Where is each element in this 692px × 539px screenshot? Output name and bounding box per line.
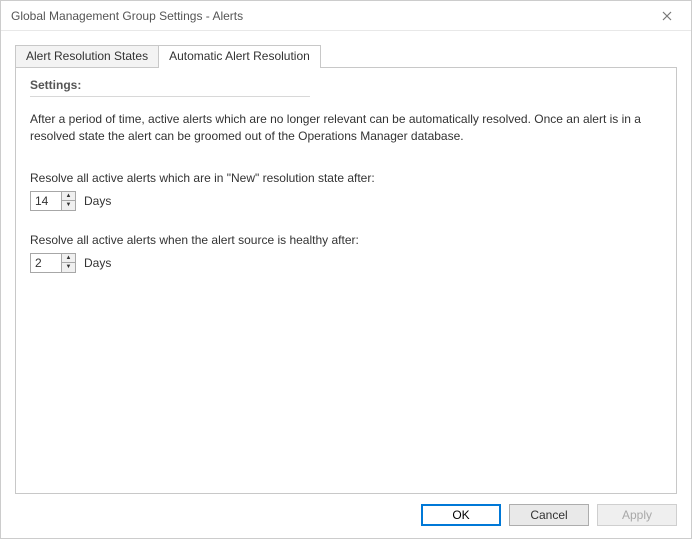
spin-up-button[interactable]: ▲ xyxy=(62,192,75,201)
resolve-healthy-label: Resolve all active alerts when the alert… xyxy=(30,233,662,247)
spin-down-button[interactable]: ▼ xyxy=(62,262,75,272)
close-button[interactable] xyxy=(647,2,687,30)
tab-label: Automatic Alert Resolution xyxy=(169,49,310,63)
window-title: Global Management Group Settings - Alert… xyxy=(11,9,243,23)
dialog-footer: OK Cancel Apply xyxy=(1,494,691,538)
divider xyxy=(30,96,310,97)
resolve-healthy-row: ▲ ▼ Days xyxy=(30,253,662,273)
dialog-window: Global Management Group Settings - Alert… xyxy=(0,0,692,539)
cancel-button[interactable]: Cancel xyxy=(509,504,589,526)
description-text: After a period of time, active alerts wh… xyxy=(30,111,662,145)
tab-panel-automatic-alert-resolution: Settings: After a period of time, active… xyxy=(15,67,677,494)
resolve-healthy-unit: Days xyxy=(84,256,111,270)
resolve-new-label: Resolve all active alerts which are in "… xyxy=(30,171,662,185)
resolve-new-row: ▲ ▼ Days xyxy=(30,191,662,211)
resolve-new-unit: Days xyxy=(84,194,111,208)
spin-down-button[interactable]: ▼ xyxy=(62,200,75,210)
spin-buttons: ▲ ▼ xyxy=(61,254,75,272)
resolve-healthy-input[interactable] xyxy=(31,254,61,272)
tab-strip: Alert Resolution States Automatic Alert … xyxy=(15,43,677,67)
spin-buttons: ▲ ▼ xyxy=(61,192,75,210)
close-icon xyxy=(662,11,672,21)
apply-button: Apply xyxy=(597,504,677,526)
resolve-new-spinner[interactable]: ▲ ▼ xyxy=(30,191,76,211)
titlebar: Global Management Group Settings - Alert… xyxy=(1,1,691,31)
resolve-new-input[interactable] xyxy=(31,192,61,210)
resolve-healthy-spinner[interactable]: ▲ ▼ xyxy=(30,253,76,273)
spin-up-button[interactable]: ▲ xyxy=(62,254,75,263)
tab-alert-resolution-states[interactable]: Alert Resolution States xyxy=(15,45,159,67)
section-heading: Settings: xyxy=(30,78,662,92)
content-area: Alert Resolution States Automatic Alert … xyxy=(1,31,691,494)
ok-button[interactable]: OK xyxy=(421,504,501,526)
tab-label: Alert Resolution States xyxy=(26,49,148,63)
tab-automatic-alert-resolution[interactable]: Automatic Alert Resolution xyxy=(158,45,321,67)
